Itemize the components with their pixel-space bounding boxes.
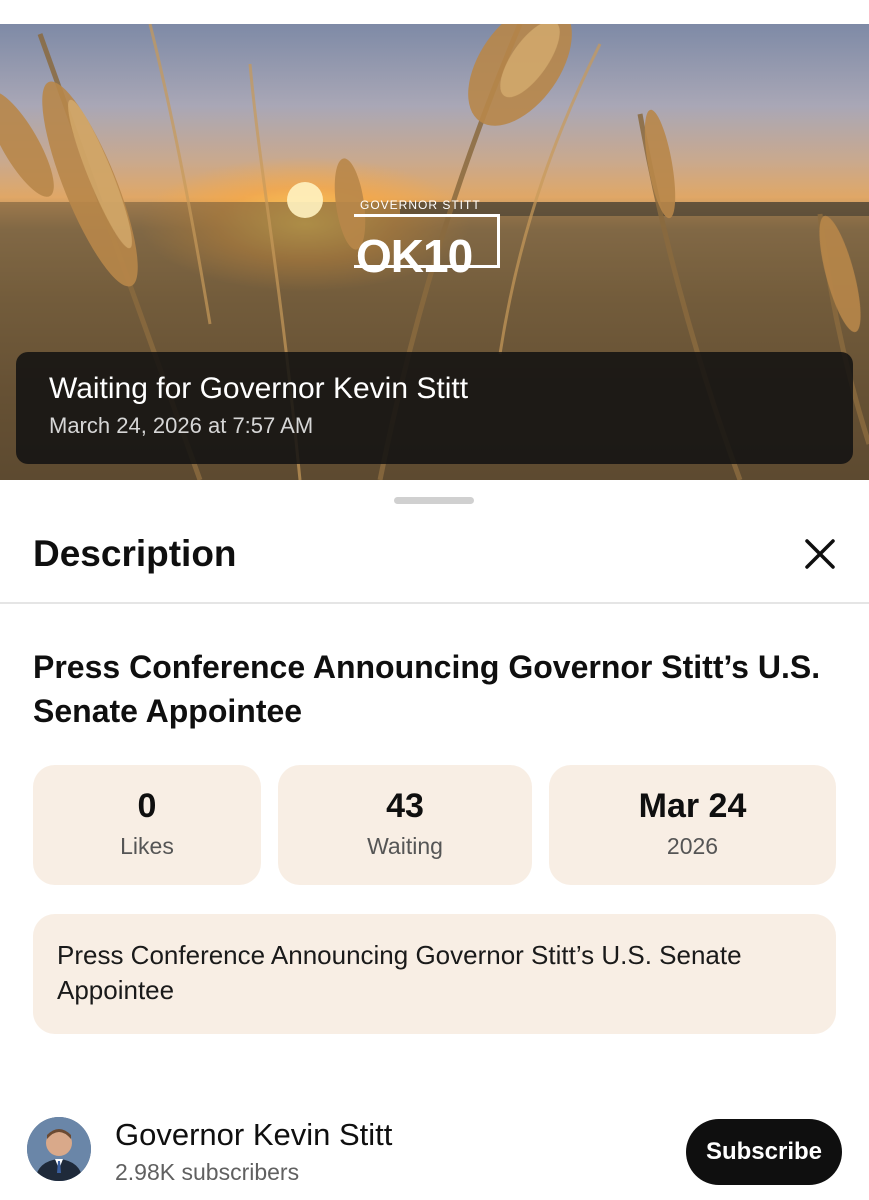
likes-count: 0 — [137, 787, 157, 825]
likes-stat: 0 Likes — [33, 765, 261, 885]
close-icon — [805, 539, 835, 569]
description-text-box[interactable]: Press Conference Announcing Governor Sti… — [33, 914, 836, 1034]
waiting-stat: 43 Waiting — [278, 765, 532, 885]
sheet-title: Description — [33, 533, 237, 574]
live-info-overlay: Waiting for Governor Kevin Stitt March 2… — [16, 352, 853, 464]
logo-wordmark: OK10 — [356, 230, 473, 282]
header-divider — [0, 602, 869, 604]
avatar[interactable] — [27, 1117, 91, 1181]
live-thumbnail[interactable]: GOVERNOR STITT OK10 Waiting for Governor… — [0, 24, 869, 480]
subscribe-button[interactable]: Subscribe — [686, 1119, 842, 1185]
date-stat: Mar 24 2026 — [549, 765, 836, 885]
description-sheet: Description Press Conference Announcing … — [0, 481, 869, 1200]
channel-name[interactable]: Governor Kevin Stitt — [115, 1117, 392, 1153]
waiting-label: Waiting — [367, 833, 443, 859]
logo-frame: OK10 — [354, 214, 500, 282]
channel-row: Governor Kevin Stitt 2.98K subscribers S… — [0, 1111, 869, 1200]
channel-avatar-image — [27, 1117, 91, 1181]
date-year: 2026 — [666, 833, 719, 859]
video-title: Press Conference Announcing Governor Sti… — [33, 649, 821, 729]
drag-handle[interactable] — [394, 497, 474, 504]
live-title: Waiting for Governor Kevin Stitt — [49, 372, 469, 405]
waiting-count: 43 — [386, 787, 424, 825]
live-scheduled-time: March 24, 2026 at 7:57 AM — [49, 413, 314, 438]
top-strip — [0, 0, 869, 24]
description-text: Press Conference Announcing Governor Sti… — [57, 940, 742, 1005]
likes-label: Likes — [120, 833, 174, 859]
logo-caption: GOVERNOR STITT — [360, 198, 481, 212]
subscriber-count: 2.98K subscribers — [115, 1159, 300, 1185]
ok10-logo: GOVERNOR STITT OK10 — [354, 198, 500, 298]
close-button[interactable] — [797, 531, 843, 577]
date-value: Mar 24 — [638, 787, 747, 825]
